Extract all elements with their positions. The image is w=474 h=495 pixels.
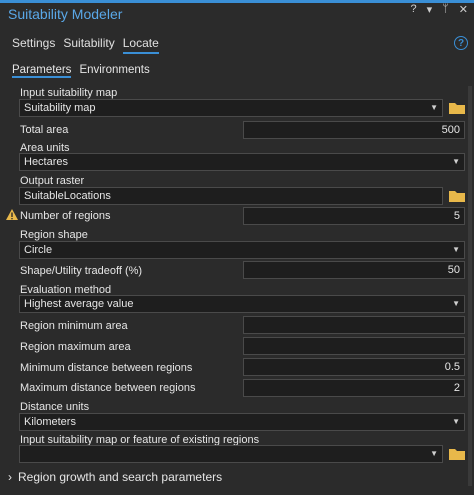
distance-units-value: Kilometers <box>24 416 76 428</box>
min-distance-input[interactable]: 0.5 <box>243 358 465 376</box>
chevron-down-icon: ▼ <box>452 157 460 166</box>
chevron-down-icon: ▼ <box>452 417 460 426</box>
tab-suitability[interactable]: Suitability <box>63 36 114 54</box>
scrollbar[interactable] <box>468 86 472 486</box>
region-min-area-input[interactable] <box>243 316 465 334</box>
tab-environments[interactable]: Environments <box>79 64 149 78</box>
output-raster-input[interactable]: SuitableLocations <box>19 187 443 205</box>
chevron-down-icon: ▼ <box>452 299 460 308</box>
shape-tradeoff-input[interactable]: 50 <box>243 261 465 279</box>
help-window-button[interactable]: ? <box>411 3 417 16</box>
max-distance-label: Maximum distance between regions <box>20 382 196 394</box>
warning-icon <box>6 209 18 220</box>
options-menu-button[interactable]: ▾ <box>427 3 433 16</box>
help-icon[interactable]: ? <box>454 36 468 50</box>
close-button[interactable]: ✕ <box>459 3 468 16</box>
tab-locate[interactable]: Locate <box>122 36 159 54</box>
distance-units-dropdown[interactable]: Kilometers ▼ <box>19 413 465 431</box>
total-area-label: Total area <box>20 124 69 136</box>
region-min-area-label: Region minimum area <box>20 320 128 332</box>
min-distance-label: Minimum distance between regions <box>20 362 193 374</box>
max-distance-input[interactable]: 2 <box>243 379 465 397</box>
main-tabs: Settings Suitability Locate <box>12 36 159 54</box>
chevron-down-icon: ▼ <box>430 103 438 112</box>
title-bar: Suitability Modeler <box>0 3 474 25</box>
existing-regions-dropdown[interactable]: ▼ <box>19 445 443 463</box>
number-of-regions-input[interactable]: 5 <box>243 207 465 225</box>
shape-tradeoff-label: Shape/Utility tradeoff (%) <box>20 265 143 277</box>
evaluation-method-value: Highest average value <box>24 298 134 310</box>
total-area-input[interactable]: 500 <box>243 121 465 139</box>
section-label: Region growth and search parameters <box>18 470 223 484</box>
region-shape-label: Region shape <box>20 229 88 241</box>
tab-settings[interactable]: Settings <box>12 36 55 54</box>
input-suitability-map-value: Suitability map <box>24 102 96 114</box>
chevron-right-icon: › <box>8 470 12 484</box>
folder-icon[interactable] <box>449 448 465 460</box>
region-shape-dropdown[interactable]: Circle ▼ <box>19 241 465 259</box>
folder-icon[interactable] <box>449 190 465 202</box>
tab-parameters[interactable]: Parameters <box>12 64 72 78</box>
chevron-down-icon: ▼ <box>452 245 460 254</box>
region-max-area-input[interactable] <box>243 337 465 355</box>
region-shape-value: Circle <box>24 244 53 256</box>
pane-title: Suitability Modeler <box>8 6 123 22</box>
input-suitability-map-label: Input suitability map <box>20 87 118 99</box>
number-of-regions-label: Number of regions <box>20 210 111 222</box>
sub-tabs: Parameters Environments <box>12 64 150 78</box>
distance-units-label: Distance units <box>20 401 90 413</box>
window-controls: ? ▾ ᛘ ✕ <box>411 3 468 16</box>
area-units-dropdown[interactable]: Hectares ▼ <box>19 153 465 171</box>
region-max-area-label: Region maximum area <box>20 341 131 353</box>
chevron-down-icon: ▼ <box>430 449 438 458</box>
output-raster-label: Output raster <box>20 175 85 187</box>
input-suitability-map-dropdown[interactable]: Suitability map ▼ <box>19 99 443 117</box>
evaluation-method-dropdown[interactable]: Highest average value ▼ <box>19 295 465 313</box>
folder-icon[interactable] <box>449 102 465 114</box>
region-growth-section[interactable]: › Region growth and search parameters <box>8 470 222 484</box>
area-units-value: Hectares <box>24 156 69 168</box>
pin-icon[interactable]: ᛘ <box>442 3 449 16</box>
